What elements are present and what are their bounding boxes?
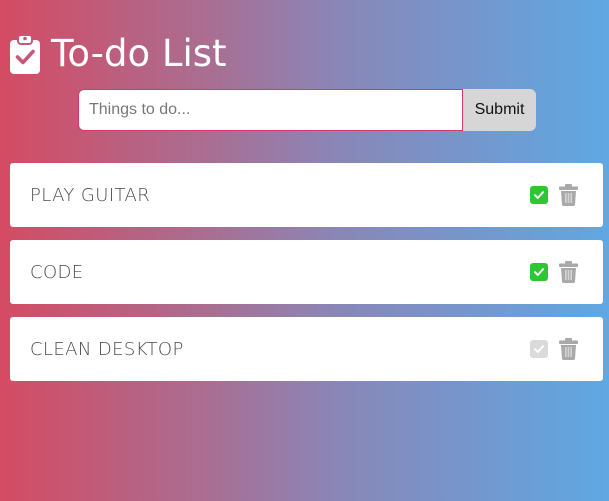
check-icon[interactable] bbox=[530, 186, 548, 204]
todo-list: PLAY GUITAR CODE CLEAN DESKTOP bbox=[10, 163, 603, 394]
trash-icon[interactable] bbox=[559, 261, 578, 283]
todo-item: PLAY GUITAR bbox=[10, 163, 603, 227]
submit-button[interactable]: Submit bbox=[463, 89, 536, 131]
trash-icon[interactable] bbox=[559, 338, 578, 360]
todo-label: CODE bbox=[30, 261, 84, 283]
app-header: To-do List bbox=[9, 30, 227, 78]
check-icon[interactable] bbox=[530, 340, 548, 358]
todo-input[interactable] bbox=[78, 89, 463, 131]
todo-item: CLEAN DESKTOP bbox=[10, 317, 603, 381]
check-icon[interactable] bbox=[530, 263, 548, 281]
clipboard-check-icon bbox=[9, 33, 41, 75]
todo-item: CODE bbox=[10, 240, 603, 304]
todo-label: CLEAN DESKTOP bbox=[30, 338, 184, 360]
trash-icon[interactable] bbox=[559, 184, 578, 206]
page-title: To-do List bbox=[51, 32, 227, 75]
todo-label: PLAY GUITAR bbox=[30, 184, 151, 206]
add-todo-form: Submit bbox=[78, 89, 536, 131]
